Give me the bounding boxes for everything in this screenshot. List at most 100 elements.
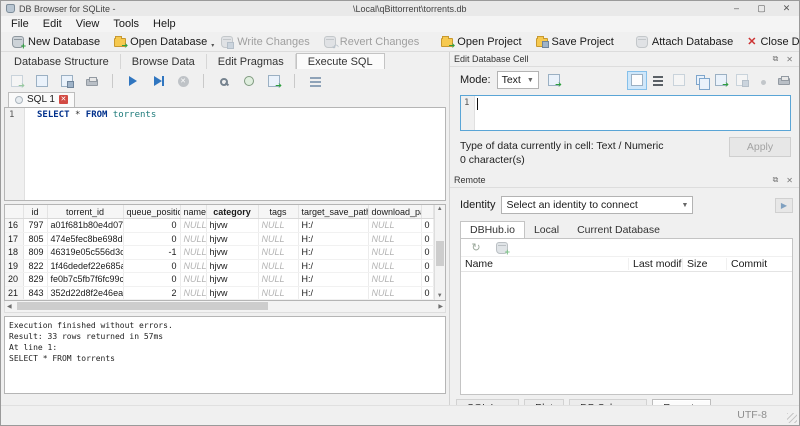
identity-select[interactable]: Select an identity to connect ▼ bbox=[501, 196, 694, 214]
export-csv-icon[interactable] bbox=[240, 73, 258, 90]
copy-icon[interactable] bbox=[691, 72, 710, 90]
close-dock-icon[interactable]: ✕ bbox=[782, 176, 797, 185]
col-header-name[interactable]: name bbox=[180, 205, 207, 219]
new-database-button[interactable]: New Database bbox=[5, 35, 107, 51]
col-header-tags[interactable]: tags bbox=[258, 205, 299, 219]
horizontal-scroll-thumb[interactable] bbox=[17, 302, 268, 310]
horizontal-scrollbar[interactable]: ◀ ▶ bbox=[4, 301, 446, 313]
sql-tab-close-icon[interactable]: ✕ bbox=[58, 95, 68, 104]
close-database-button[interactable]: ✕ Close Database bbox=[740, 35, 799, 49]
sql-editor[interactable]: 1 SELECT * FROM torrents bbox=[4, 107, 446, 201]
menu-bar: File Edit View Tools Help bbox=[1, 16, 799, 32]
col-header-commit[interactable]: Commit bbox=[727, 258, 792, 270]
tab-execute-sql[interactable]: Execute SQL bbox=[295, 53, 385, 69]
format-sql-icon[interactable] bbox=[306, 73, 324, 90]
print-icon[interactable] bbox=[775, 72, 793, 89]
tab-browse-data[interactable]: Browse Data bbox=[121, 54, 207, 69]
menu-view[interactable]: View bbox=[69, 17, 107, 31]
refresh-icon[interactable]: ↻ bbox=[467, 239, 485, 256]
corner-header bbox=[5, 205, 24, 219]
close-dock-icon[interactable]: ✕ bbox=[782, 55, 797, 64]
find-icon[interactable] bbox=[215, 73, 233, 90]
sql-tab[interactable]: SQL 1 ✕ bbox=[8, 92, 75, 107]
word-wrap-icon[interactable] bbox=[649, 72, 667, 89]
open-database-button[interactable]: Open Database bbox=[107, 35, 214, 50]
tab-current-database[interactable]: Current Database bbox=[568, 222, 669, 238]
table-row[interactable]: 18 809 46319e05c556d3c494... -1 NULL hjv… bbox=[5, 245, 434, 260]
tab-local[interactable]: Local bbox=[525, 222, 568, 238]
tab-dbhub[interactable]: DBHub.io bbox=[460, 221, 525, 238]
maximize-button[interactable]: ▢ bbox=[749, 1, 774, 16]
mode-select[interactable]: Text ▼ bbox=[496, 71, 539, 89]
menu-tools[interactable]: Tools bbox=[106, 17, 146, 31]
import-from-file-icon[interactable] bbox=[545, 72, 563, 89]
scroll-down-icon[interactable]: ▼ bbox=[435, 293, 446, 299]
set-null-icon[interactable] bbox=[754, 72, 772, 89]
resize-grip[interactable] bbox=[787, 413, 797, 423]
sql-tab-bar: SQL 1 ✕ bbox=[4, 91, 446, 107]
print-sql-icon[interactable] bbox=[83, 73, 101, 90]
col-header-download-path[interactable]: download_path bbox=[368, 205, 422, 219]
scroll-left-icon[interactable]: ◀ bbox=[7, 303, 12, 310]
col-header-id[interactable]: id bbox=[23, 205, 48, 219]
table-row[interactable]: 16 797 a01f681b80e4d07285... 0 NULL hjvw… bbox=[5, 218, 434, 233]
save-as-icon[interactable] bbox=[733, 72, 751, 89]
col-header-size[interactable]: Size bbox=[683, 258, 727, 270]
col-header-category[interactable]: category bbox=[206, 205, 259, 219]
float-dock-icon[interactable]: ⧉ bbox=[769, 54, 783, 64]
float-dock-icon[interactable]: ⧉ bbox=[769, 175, 783, 185]
attach-database-button[interactable]: Attach Database bbox=[629, 35, 740, 49]
sqlbar-separator bbox=[203, 74, 204, 88]
open-project-button[interactable]: Open Project bbox=[434, 35, 528, 50]
sql-query[interactable]: SELECT * FROM torrents bbox=[25, 108, 156, 200]
vertical-scroll-thumb[interactable] bbox=[435, 241, 444, 266]
revert-changes-label: Revert Changes bbox=[339, 35, 420, 48]
new-database-label: New Database bbox=[28, 35, 101, 48]
col-header-queue-position[interactable]: queue_position bbox=[123, 205, 181, 219]
text-view-icon[interactable] bbox=[627, 70, 647, 90]
menu-edit[interactable]: Edit bbox=[36, 17, 69, 31]
col-header-target-save-path[interactable]: target_save_path bbox=[298, 205, 369, 219]
execute-all-icon[interactable] bbox=[124, 73, 142, 90]
scroll-right-icon[interactable]: ▶ bbox=[438, 303, 443, 310]
clone-database-icon[interactable] bbox=[493, 239, 511, 257]
tab-edit-pragmas[interactable]: Edit Pragmas bbox=[207, 54, 296, 69]
title-bar: DB Browser for SQLite - \Local\qBittorre… bbox=[1, 1, 799, 16]
identity-row: Identity Select an identity to connect ▼… bbox=[450, 188, 799, 220]
close-button[interactable]: ✕ bbox=[774, 1, 799, 16]
menu-help[interactable]: Help bbox=[146, 17, 183, 31]
tab-database-structure[interactable]: Database Structure bbox=[3, 54, 121, 69]
window-title: DB Browser for SQLite - bbox=[19, 3, 116, 14]
save-results-icon[interactable] bbox=[265, 73, 283, 90]
encoding-indicator[interactable]: UTF-8 bbox=[737, 409, 767, 421]
sqlbar-separator bbox=[112, 74, 113, 88]
table-row[interactable]: 20 829 fe0b7c5fb7f6fc99cbed... 0 NULL hj… bbox=[5, 272, 434, 287]
stop-execution-icon[interactable]: ✕ bbox=[174, 73, 192, 90]
table-row[interactable]: 17 805 474e5fec8be698ddd7... 0 NULL hjvw… bbox=[5, 232, 434, 246]
open-sql-file-icon[interactable] bbox=[8, 73, 26, 90]
table-row[interactable]: 19 822 1f46dedef22e685a63a... 0 NULL hjv… bbox=[5, 259, 434, 273]
minimize-button[interactable]: – bbox=[724, 1, 749, 16]
revert-changes-button[interactable]: Revert Changes bbox=[317, 35, 427, 52]
connect-icon[interactable]: ▶ bbox=[775, 197, 793, 213]
export-icon[interactable] bbox=[712, 72, 730, 89]
cell-value-editor[interactable]: 1 bbox=[460, 95, 791, 131]
sql-toolbar: ✕ bbox=[4, 71, 446, 91]
save-sql-file-icon[interactable] bbox=[33, 73, 51, 90]
scroll-up-icon[interactable]: ▲ bbox=[435, 206, 446, 212]
vertical-scrollbar[interactable]: ▲ ▼ bbox=[433, 205, 446, 300]
identity-label: Identity bbox=[460, 199, 496, 211]
save-sql-as-icon[interactable] bbox=[58, 73, 76, 90]
col-header-last-modified[interactable]: Last modified bbox=[629, 258, 683, 270]
col-header-torrent-id[interactable]: torrent_id bbox=[47, 205, 124, 219]
table-row[interactable]: 21 843 352d22d8f2e46ea249... 2 NULL hjvw… bbox=[5, 286, 434, 300]
menu-file[interactable]: File bbox=[4, 17, 36, 31]
save-project-button[interactable]: Save Project bbox=[529, 35, 621, 49]
write-changes-button[interactable]: Write Changes bbox=[214, 35, 317, 49]
attach-database-icon bbox=[635, 35, 648, 48]
chevron-down-icon: ▼ bbox=[681, 201, 689, 209]
col-header-name[interactable]: Name bbox=[461, 258, 629, 270]
apply-button[interactable]: Apply bbox=[729, 137, 791, 157]
execute-line-icon[interactable] bbox=[149, 73, 167, 90]
zoom-icon[interactable] bbox=[670, 72, 688, 89]
